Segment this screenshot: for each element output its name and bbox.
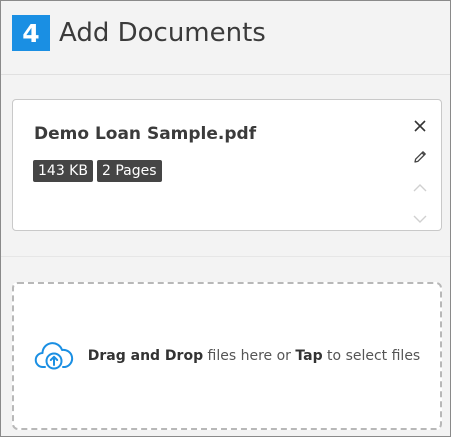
move-up-button[interactable] [409, 172, 431, 203]
cloud-upload-icon [34, 342, 73, 370]
drag-drop-label: Drag and Drop [87, 348, 204, 364]
section-divider [1, 256, 450, 257]
add-documents-panel: 4 Add Documents Demo Loan Sample.pdf 143… [0, 0, 451, 437]
rename-file-button[interactable] [409, 141, 431, 172]
file-card: Demo Loan Sample.pdf 143 KB 2 Pages [12, 99, 442, 231]
file-dropzone[interactable]: Drag and Drop files here or Tap to selec… [12, 282, 442, 430]
file-meta: 143 KB 2 Pages [33, 160, 162, 182]
move-down-button[interactable] [409, 203, 431, 234]
file-actions [409, 110, 431, 234]
dropzone-content: Drag and Drop files here or Tap to selec… [34, 340, 420, 372]
tap-label: Tap [295, 348, 323, 364]
remove-file-button[interactable] [409, 110, 431, 141]
page-count-badge: 2 Pages [96, 160, 162, 182]
step-number-badge: 4 [12, 15, 50, 51]
file-size-badge: 143 KB [33, 160, 93, 182]
close-icon [414, 119, 426, 132]
file-name: Demo Loan Sample.pdf [34, 124, 257, 144]
chevron-up-icon [413, 183, 427, 191]
section-title: Add Documents [59, 18, 266, 48]
section-header: 4 Add Documents [1, 1, 450, 75]
dropzone-text-b: to select files [322, 348, 421, 364]
dropzone-instructions: Drag and Drop files here or Tap to selec… [88, 348, 420, 364]
pencil-icon [414, 150, 426, 163]
dropzone-text-a: files here or [203, 348, 296, 364]
chevron-down-icon [413, 215, 427, 223]
